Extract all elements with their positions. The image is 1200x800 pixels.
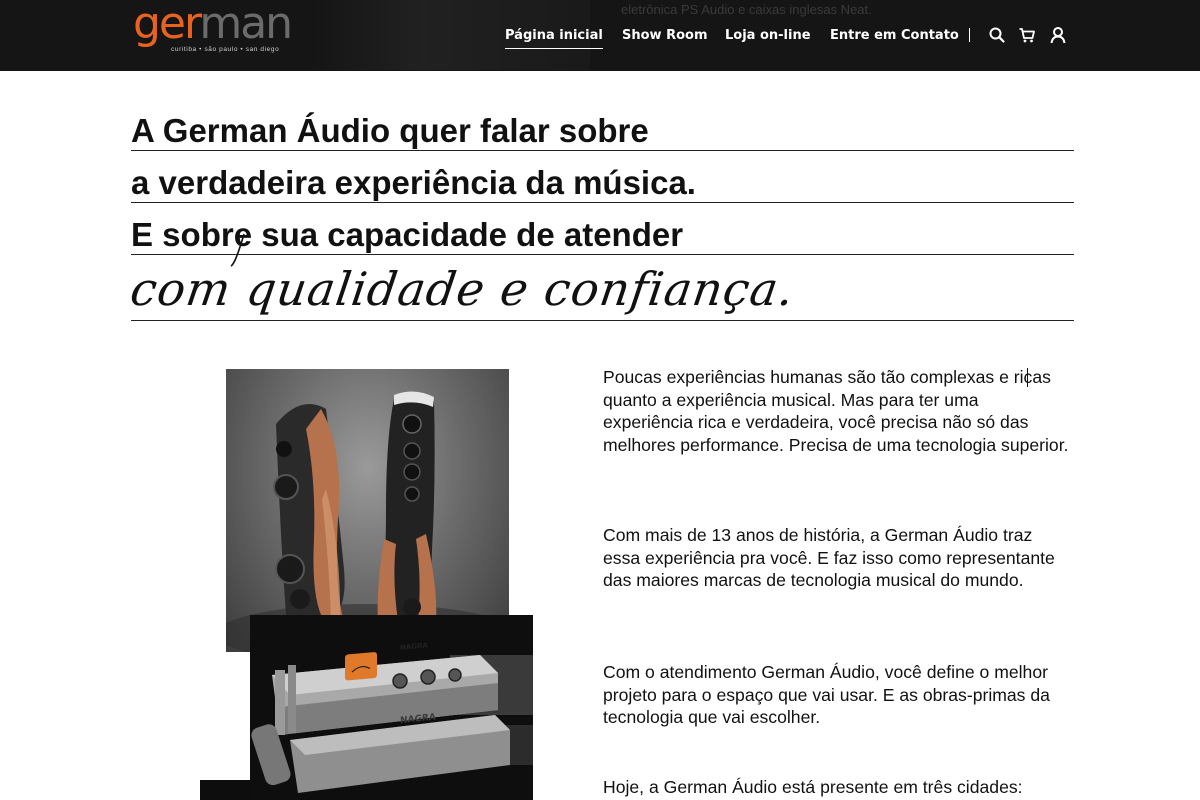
user-icon[interactable]	[1049, 26, 1067, 44]
speakers-photo	[226, 369, 509, 652]
headline-line-3: E sobre sua capacidade de atender	[131, 204, 1074, 255]
german-audio-logo[interactable]: german curitiba • são paulo • san diego	[133, 0, 293, 64]
script-descender-flourish	[230, 233, 245, 267]
search-icon[interactable]	[988, 26, 1006, 44]
logo-wordmark: german	[133, 0, 293, 49]
headline-line-2: a verdadeira experiência da música.	[131, 152, 1074, 203]
nav-divider	[969, 28, 970, 42]
image-edge	[200, 780, 252, 800]
nav-loja-online[interactable]: Loja on-line	[725, 27, 811, 45]
header-background-text: eletrônica PS Audio e caixas inglesas Ne…	[621, 2, 872, 17]
nav-show-room[interactable]: Show Room	[622, 27, 708, 45]
intro-paragraph-1: Poucas experiências humanas são tão comp…	[603, 367, 1069, 455]
amplifier-photo: NAGRA NAGRA	[250, 615, 533, 800]
cart-icon[interactable]	[1018, 26, 1036, 44]
intro-paragraph-3: Com o atendimento German Áudio, você def…	[603, 662, 1050, 727]
intro-paragraph-2: Com mais de 13 anos de história, a Germa…	[603, 525, 1055, 590]
headline-script-line: com qualidade e confiança.	[127, 260, 1074, 321]
headline-line-1: A German Áudio quer falar sobre	[131, 100, 1074, 151]
headline-script-text: com qualidade e confiança.	[127, 262, 799, 316]
intro-paragraph-4: Hoje, a German Áudio está presente em tr…	[603, 777, 1023, 797]
logo-tagline: curitiba • são paulo • san diego	[171, 46, 280, 53]
text-cursor	[1027, 368, 1028, 387]
nav-entre-em-contato[interactable]: Entre em Contato	[830, 27, 959, 45]
site-header: eletrônica PS Audio e caixas inglesas Ne…	[0, 0, 1200, 71]
nav-pagina-inicial[interactable]: Página inicial	[505, 27, 603, 49]
